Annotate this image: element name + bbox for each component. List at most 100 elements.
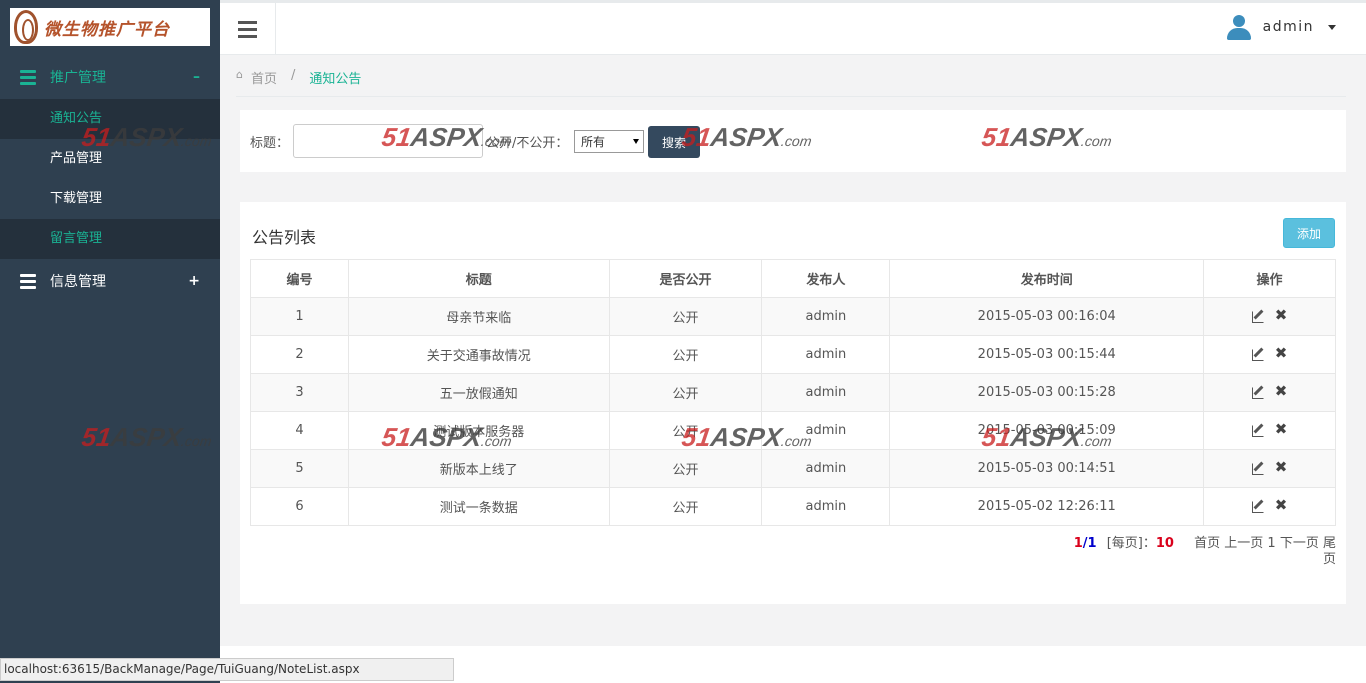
menu-bars-icon <box>20 273 36 289</box>
browser-status-bar: localhost:63615/BackManage/Page/TuiGuang… <box>0 658 454 681</box>
edit-icon[interactable] <box>1251 461 1266 475</box>
cell-time: 2015-05-03 00:15:09 <box>889 411 1205 450</box>
delete-icon[interactable]: ✖ <box>1275 383 1288 399</box>
column-header-id: 编号 <box>250 259 349 298</box>
add-button[interactable]: 添加 <box>1283 218 1335 248</box>
cell-title: 关于交通事故情况 <box>347 335 610 374</box>
pager-prev[interactable]: 上一页 <box>1224 536 1263 551</box>
nav-group-promotion[interactable]: 推广管理 – <box>0 55 220 99</box>
cell-author: admin <box>761 449 891 488</box>
edit-icon[interactable] <box>1251 309 1266 323</box>
nav-group-label: 信息管理 <box>50 274 106 290</box>
edit-icon[interactable] <box>1251 423 1266 437</box>
delete-icon[interactable]: ✖ <box>1275 421 1288 437</box>
pager-per-page-label: [每页]： <box>1106 536 1156 551</box>
pager-first[interactable]: 首页 <box>1194 536 1220 551</box>
cell-actions: ✖ <box>1203 335 1336 374</box>
title-filter-label: 标题： <box>250 136 290 151</box>
column-header-actions: 操作 <box>1203 259 1336 298</box>
cell-actions: ✖ <box>1203 373 1336 412</box>
cell-title: 新版本上线了 <box>347 449 610 488</box>
pagination: 1/1 [每页]：10 首页 上一页 1 下一页 尾页 <box>1066 536 1336 568</box>
cell-id: 4 <box>250 411 349 450</box>
column-header-author: 发布人 <box>761 259 891 298</box>
column-header-public: 是否公开 <box>608 259 763 298</box>
caret-down-icon <box>1328 24 1336 30</box>
sidebar-item-messages[interactable]: 留言管理 <box>0 219 220 259</box>
logo-text: 微生物推广平台 <box>44 19 170 40</box>
cell-time: 2015-05-03 00:16:04 <box>889 297 1205 336</box>
edit-icon[interactable] <box>1251 385 1266 399</box>
cell-id: 6 <box>250 487 349 526</box>
pager-next[interactable]: 下一页 <box>1280 536 1319 551</box>
cell-actions: ✖ <box>1203 297 1336 336</box>
delete-icon[interactable]: ✖ <box>1275 497 1288 513</box>
cell-time: 2015-05-02 12:26:11 <box>889 487 1205 526</box>
cell-id: 2 <box>250 335 349 374</box>
title-search-input[interactable] <box>293 124 483 158</box>
cell-author: admin <box>761 487 891 526</box>
collapse-icon[interactable]: – <box>193 69 200 85</box>
notice-list-panel: 公告列表 添加 编号 标题 是否公开 发布人 发布时间 操作 1 母亲节来临 公… <box>240 202 1346 604</box>
cell-time: 2015-05-03 00:15:28 <box>889 373 1205 412</box>
cell-public: 公开 <box>608 487 763 526</box>
public-select-value: 所有 <box>581 135 606 149</box>
cell-title: 测试一条数据 <box>347 487 610 526</box>
menu-bars-icon <box>20 69 36 85</box>
column-header-title: 标题 <box>347 259 610 298</box>
search-button[interactable]: 搜索 <box>648 126 700 158</box>
user-name: admin <box>1262 19 1314 35</box>
cell-author: admin <box>761 411 891 450</box>
cell-time: 2015-05-03 00:14:51 <box>889 449 1205 488</box>
delete-icon[interactable]: ✖ <box>1275 307 1288 323</box>
sidebar: 微生物推广平台 推广管理 – 通知公告 产品管理 下载管理 留言管理 信息管理 … <box>0 0 220 683</box>
top-bar: admin <box>220 0 1366 55</box>
user-menu[interactable]: admin <box>1225 13 1336 41</box>
pager-last[interactable]: 尾页 <box>1323 536 1336 567</box>
delete-icon[interactable]: ✖ <box>1275 459 1288 475</box>
public-filter-label: 公开/不公开： <box>486 136 569 151</box>
breadcrumb-home[interactable]: 首页 <box>251 68 277 87</box>
edit-icon[interactable] <box>1251 347 1266 361</box>
cell-author: admin <box>761 335 891 374</box>
search-panel: 标题： 公开/不公开： 所有 搜索 <box>240 110 1346 172</box>
cell-title: 母亲节来临 <box>347 297 610 336</box>
logo[interactable]: 微生物推广平台 <box>10 8 210 46</box>
cell-actions: ✖ <box>1203 411 1336 450</box>
pager-page-number[interactable]: 1 <box>1267 536 1275 551</box>
sidebar-item-downloads[interactable]: 下载管理 <box>0 179 220 219</box>
nav-group-label: 推广管理 <box>50 70 106 86</box>
hamburger-menu-button[interactable] <box>220 3 276 55</box>
public-select[interactable]: 所有 <box>574 130 644 153</box>
cell-actions: ✖ <box>1203 449 1336 488</box>
nav-submenu: 通知公告 产品管理 下载管理 留言管理 <box>0 99 220 259</box>
pager-per-page: 10 <box>1155 536 1174 551</box>
cell-id: 5 <box>250 449 349 488</box>
sidebar-item-notices[interactable]: 通知公告 <box>0 99 220 139</box>
edit-icon[interactable] <box>1251 499 1266 513</box>
sidebar-item-products[interactable]: 产品管理 <box>0 139 220 179</box>
user-avatar-icon <box>1225 13 1253 41</box>
table-row: 3 五一放假通知 公开 admin 2015-05-03 00:15:28 ✖ <box>250 373 1336 412</box>
pager-current-page: 1 <box>1073 536 1083 551</box>
nav-group-info[interactable]: 信息管理 + <box>0 259 220 303</box>
cell-id: 3 <box>250 373 349 412</box>
breadcrumb: ⌂ 首页 / 通知公告 <box>236 68 361 87</box>
cell-id: 1 <box>250 297 349 336</box>
table-row: 5 新版本上线了 公开 admin 2015-05-03 00:14:51 ✖ <box>250 449 1336 488</box>
expand-icon[interactable]: + <box>188 273 200 289</box>
breadcrumb-divider <box>236 96 1346 97</box>
cell-public: 公开 <box>608 449 763 488</box>
cell-time: 2015-05-03 00:15:44 <box>889 335 1205 374</box>
dropdown-arrow-icon <box>633 139 639 144</box>
cell-author: admin <box>761 297 891 336</box>
table-header-row: 编号 标题 是否公开 发布人 发布时间 操作 <box>250 259 1336 298</box>
cell-public: 公开 <box>608 373 763 412</box>
pager-total-pages: 1 <box>1087 536 1097 551</box>
breadcrumb-current: 通知公告 <box>309 72 362 87</box>
table-row: 4 测试版本服务器 公开 admin 2015-05-03 00:15:09 ✖ <box>250 411 1336 450</box>
cell-public: 公开 <box>608 411 763 450</box>
logo-icon <box>14 10 38 44</box>
delete-icon[interactable]: ✖ <box>1275 345 1288 361</box>
table-row: 1 母亲节来临 公开 admin 2015-05-03 00:16:04 ✖ <box>250 297 1336 336</box>
